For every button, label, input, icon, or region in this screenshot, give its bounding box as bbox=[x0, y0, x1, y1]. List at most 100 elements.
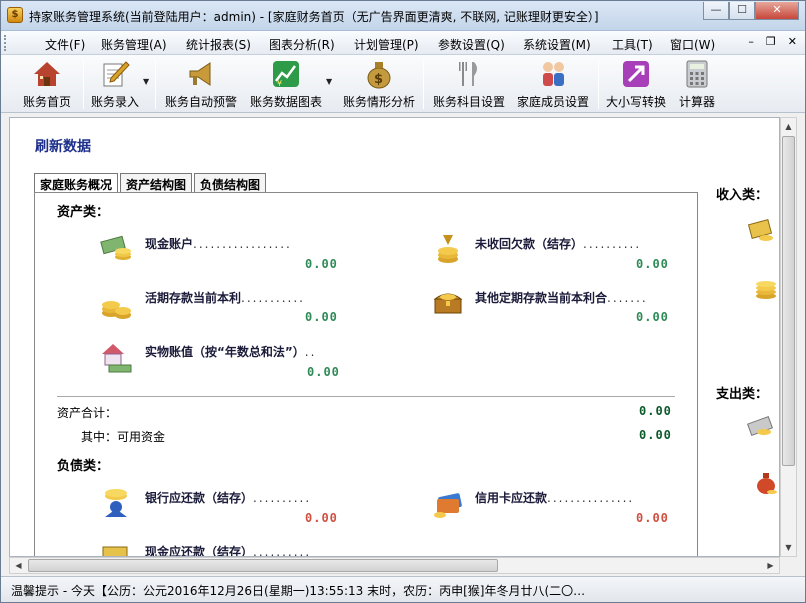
app-logo-icon: $ bbox=[7, 7, 23, 23]
horizontal-scroll-thumb[interactable] bbox=[28, 559, 498, 572]
liability-bank-text: 银行应还款（结存） bbox=[145, 491, 254, 505]
toolbar-separator bbox=[83, 59, 84, 109]
asset-current-deposit-label[interactable]: 活期存款当前本利........... bbox=[145, 289, 305, 306]
chevron-down-icon[interactable]: ▼ bbox=[143, 77, 149, 86]
close-button[interactable]: ✕ bbox=[755, 2, 799, 20]
asset-fixed-deposit-label[interactable]: 其他定期存款当前本利合....... bbox=[475, 289, 648, 306]
toolbar: 账务首页 账务录入 ▼ 账务自动预警 ¥ 账务数据图表 ▼ $ 账务情形分析 账… bbox=[1, 55, 805, 113]
menu-file[interactable]: 文件(F) bbox=[45, 36, 85, 53]
asset-total-value: 0.00 bbox=[639, 404, 672, 418]
toolbar-chart-label: 账务数据图表 bbox=[249, 95, 322, 109]
megaphone-icon bbox=[186, 59, 216, 89]
credit-card-icon bbox=[431, 487, 465, 521]
menu-plan-management[interactable]: 计划管理(P) bbox=[354, 36, 419, 53]
available-funds-label: 其中：可用资金 bbox=[81, 430, 166, 444]
toolbar-chart-button[interactable]: ¥ 账务数据图表 bbox=[246, 57, 326, 111]
toolbar-home-button[interactable]: 账务首页 bbox=[15, 57, 79, 111]
dotted-leader: .......... bbox=[253, 491, 312, 505]
toolbar-calculator-button[interactable]: 计算器 bbox=[673, 57, 721, 111]
asset-receivable-value: 0.00 bbox=[636, 257, 669, 271]
dotted-leader: ....... bbox=[607, 291, 648, 305]
expense-bag-icon bbox=[752, 468, 779, 496]
liability-bank-value: 0.00 bbox=[305, 511, 338, 525]
asset-physical-text: 实物账值（按“年数总和法”） bbox=[145, 345, 305, 359]
family-icon bbox=[538, 59, 568, 89]
toolbar-case-convert-button[interactable]: 大小写转换 bbox=[603, 57, 669, 111]
liability-cash-text: 现金应还款（结存） bbox=[145, 545, 254, 557]
mdi-minimize-button[interactable]: – bbox=[748, 35, 754, 48]
toolbar-entry-button[interactable]: 账务录入 bbox=[87, 57, 143, 111]
house-money-icon bbox=[99, 341, 133, 375]
treasure-chest-icon bbox=[431, 285, 465, 319]
asset-physical-label[interactable]: 实物账值（按“年数总和法”）.. bbox=[145, 343, 316, 360]
menu-grip bbox=[4, 35, 8, 51]
refresh-data-link[interactable]: 刷新数据 bbox=[35, 136, 91, 156]
toolbar-auto-alert-label: 账务自动预警 bbox=[164, 95, 237, 109]
scroll-up-icon[interactable]: ▲ bbox=[781, 118, 796, 135]
asset-receivable-label[interactable]: 未收回欠款（结存）.......... bbox=[475, 235, 641, 252]
menu-parameter-settings[interactable]: 参数设置(Q) bbox=[438, 36, 505, 53]
scroll-left-icon[interactable]: ◀ bbox=[10, 558, 27, 573]
mdi-close-button[interactable]: ✕ bbox=[788, 35, 797, 48]
liability-credit-card-label[interactable]: 信用卡应还款............... bbox=[475, 489, 634, 506]
menu-statistics[interactable]: 统计报表(S) bbox=[186, 36, 251, 53]
liability-credit-card-text: 信用卡应还款 bbox=[475, 491, 548, 505]
toolbar-subject-settings-label: 账务科目设置 bbox=[432, 95, 505, 109]
toolbar-family-settings-button[interactable]: 家庭成员设置 bbox=[513, 57, 593, 111]
convert-icon bbox=[621, 59, 651, 89]
available-funds-value: 0.00 bbox=[639, 428, 672, 442]
menu-account-management[interactable]: 账务管理(A) bbox=[101, 36, 167, 53]
toolbar-separator bbox=[423, 59, 424, 109]
maximize-button[interactable]: ☐ bbox=[729, 2, 755, 20]
chart-icon: ¥ bbox=[271, 59, 301, 89]
toolbar-auto-alert-button[interactable]: 账务自动预警 bbox=[161, 57, 241, 111]
assets-section-title: 资产类： bbox=[57, 205, 110, 220]
tab-liability-structure[interactable]: 负债结构图 bbox=[194, 173, 267, 193]
asset-cash-account-text: 现金账户 bbox=[145, 237, 194, 251]
asset-fixed-deposit-text: 其他定期存款当前本利合 bbox=[475, 291, 608, 305]
tab-family-overview[interactable]: 家庭账务概况 bbox=[34, 173, 119, 194]
asset-current-deposit-value: 0.00 bbox=[305, 310, 338, 324]
toolbar-analysis-button[interactable]: $ 账务情形分析 bbox=[339, 57, 419, 111]
asset-current-deposit-text: 活期存款当前本利 bbox=[145, 291, 242, 305]
overview-tabs: 家庭账务概况 资产结构图 负债结构图 bbox=[34, 173, 268, 194]
money-bag-icon: $ bbox=[364, 59, 394, 89]
menu-chart-analysis[interactable]: 图表分析(R) bbox=[269, 36, 335, 53]
svg-text:$: $ bbox=[374, 72, 383, 87]
dotted-leader: ................. bbox=[193, 237, 292, 251]
income-wallet-icon bbox=[746, 216, 774, 244]
divider bbox=[57, 396, 675, 397]
liability-bank-label[interactable]: 银行应还款（结存）.......... bbox=[145, 489, 311, 506]
vertical-scroll-thumb[interactable] bbox=[782, 136, 795, 466]
status-text: 温馨提示 - 今天【公历：公元2016年12月26日(星期一)13:55:13 … bbox=[11, 584, 586, 598]
menu-window[interactable]: 窗口(W) bbox=[670, 36, 715, 53]
dotted-leader: .......... bbox=[253, 545, 312, 557]
toolbar-home-label: 账务首页 bbox=[22, 95, 71, 109]
scroll-right-icon[interactable]: ▶ bbox=[762, 558, 779, 573]
overview-panel: 资产类： 现金账户................. 0.00 未收回欠款（结存… bbox=[34, 192, 698, 557]
menu-tools[interactable]: 工具(T) bbox=[612, 36, 653, 53]
scroll-down-icon[interactable]: ▼ bbox=[781, 539, 796, 556]
tab-asset-structure[interactable]: 资产结构图 bbox=[120, 173, 193, 193]
asset-physical-value: 0.00 bbox=[307, 365, 340, 379]
asset-cash-account-label[interactable]: 现金账户................. bbox=[145, 235, 292, 252]
toolbar-entry-label: 账务录入 bbox=[90, 95, 139, 109]
liability-cash-label[interactable]: 现金应还款（结存）.......... bbox=[145, 543, 312, 557]
menu-system-settings[interactable]: 系统设置(M) bbox=[523, 36, 591, 53]
liability-credit-card-value: 0.00 bbox=[636, 511, 669, 525]
minimize-button[interactable]: — bbox=[703, 2, 729, 20]
asset-cash-account-value: 0.00 bbox=[305, 257, 338, 271]
expense-cash-icon bbox=[746, 412, 774, 440]
calculator-icon bbox=[682, 59, 712, 89]
toolbar-separator bbox=[155, 59, 156, 109]
mdi-restore-button[interactable]: ❐ bbox=[766, 35, 776, 48]
toolbar-subject-settings-button[interactable]: 账务科目设置 bbox=[429, 57, 509, 111]
asset-fixed-deposit-value: 0.00 bbox=[636, 310, 669, 324]
status-bar: 温馨提示 - 今天【公历：公元2016年12月26日(星期一)13:55:13 … bbox=[1, 576, 805, 602]
horizontal-scrollbar[interactable]: ◀ ▶ bbox=[9, 557, 780, 574]
liabilities-section-title: 负债类： bbox=[57, 459, 110, 474]
chevron-down-icon[interactable]: ▼ bbox=[326, 77, 332, 86]
toolbar-case-convert-label: 大小写转换 bbox=[605, 95, 666, 109]
vertical-scrollbar[interactable]: ▲ ▼ bbox=[780, 117, 797, 557]
asset-total-label: 资产合计： bbox=[57, 406, 118, 420]
